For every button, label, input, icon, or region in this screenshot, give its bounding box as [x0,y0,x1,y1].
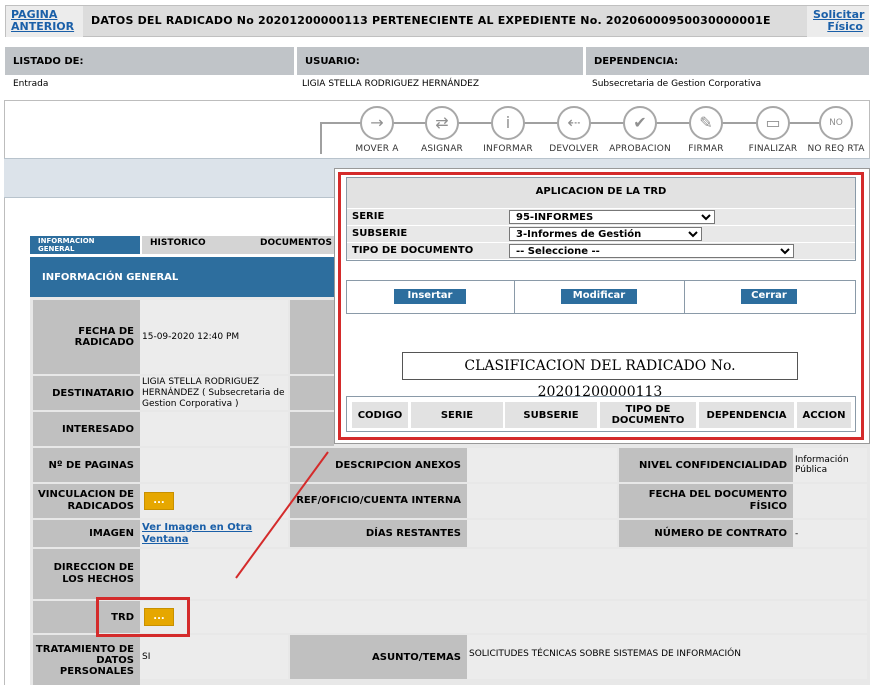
col-accion: ACCION [797,402,851,428]
tab-informacion-general[interactable]: INFORMACION GENERAL [30,236,140,254]
fecha-doc-label: FECHA DEL DOCUMENTO FÍSICO [619,484,793,518]
devolver-button[interactable]: ⇠ DEVOLVER [538,106,610,154]
serie-label: SERIE [352,211,385,222]
destinatario-value: LIGIA STELLA RODRIGUEZ HERNÁNDEZ ( Subse… [140,376,288,410]
asunto-value: SOLICITUDES TÉCNICAS SOBRE SISTEMAS DE I… [467,635,867,679]
info-bar: LISTADO DE: USUARIO: DEPENDENCIA: [5,47,869,75]
interesado-value [140,412,288,446]
usuario-label: USUARIO: [297,47,583,75]
insertar-button[interactable]: Insertar [394,289,466,304]
header-bar: PAGINA ANTERIOR DATOS DEL RADICADO No 20… [5,5,869,37]
return-icon: ⇠ [557,106,591,140]
sign-icon: ✎ [689,106,723,140]
page-title: DATOS DEL RADICADO No 20201200000113 PER… [91,14,771,27]
dependencia-label: DEPENDENCIA: [586,47,869,75]
asignar-button[interactable]: ⇄ ASIGNAR [406,106,478,154]
mover-a-button[interactable]: → MOVER A [341,106,413,154]
fecha-label: FECHA DE RADICADO [33,300,140,374]
ref-label: REF/OFICIO/CUENTA INTERNA [290,484,467,518]
col-dependencia: DEPENDENCIA [699,402,794,428]
contrato-value: - [793,520,867,547]
imagen-link[interactable]: Ver Imagen en Otra Ventana [142,522,288,546]
firmar-button[interactable]: ✎ FIRMAR [670,106,742,154]
fecha-doc-value [793,484,867,518]
fecha-value: 15-09-2020 12:40 PM [140,300,288,374]
fecha-side-label [290,300,334,374]
vinculacion-label: VINCULACION DE RADICADOS [33,484,140,518]
direccion-value [140,549,867,599]
col-serie: SERIE [411,402,503,428]
assign-icon: ⇄ [425,106,459,140]
col-tipo-documento: TIPO DE DOCUMENTO [600,402,696,428]
informar-button[interactable]: i INFORMAR [472,106,544,154]
dias-value [467,520,617,547]
interesado-side-label [290,412,334,446]
vinculacion-button[interactable]: ... [144,492,174,510]
arrow-right-icon: → [360,106,394,140]
col-subserie: SUBSERIE [505,402,597,428]
dias-label: DÍAS RESTANTES [290,520,467,547]
destinatario-label: DESTINATARIO [33,376,140,410]
asunto-label: ASUNTO/TEMAS [290,635,467,679]
tipo-label: TIPO DE DOCUMENTO [352,245,474,256]
info-icon: i [491,106,525,140]
solicitar-fisico-link[interactable]: Solicitar Físico [813,8,864,33]
modificar-button[interactable]: Modificar [561,289,637,304]
no-req-rta-button[interactable]: NO NO REQ RTA [800,106,872,154]
vinculacion-cell: ... [140,484,288,518]
tratamiento-label: TRATAMIENTO DE DATOS PERSONALES [33,635,140,685]
clasificacion-title: CLASIFICACION DEL RADICADO No. 202012000… [402,352,798,400]
descripcion-value [467,448,617,482]
trd-highlight-box [96,597,190,637]
popup-title: APLICACION DE LA TRD [347,178,855,208]
dependencia-value: Subsecretaria de Gestion Corporativa [592,79,762,89]
listado-value: Entrada [13,79,49,89]
subserie-select[interactable]: 3-Informes de Gestión [509,227,702,241]
contrato-label: NÚMERO DE CONTRATO [619,520,793,547]
direccion-label: DIRECCION DE LOS HECHOS [33,549,140,599]
listado-label: LISTADO DE: [5,47,294,75]
tab-historico[interactable]: HISTORICO [142,236,254,254]
finish-icon: ▭ [756,106,790,140]
serie-select[interactable]: 95-INFORMES [509,210,715,224]
col-codigo: CODIGO [352,402,408,428]
imagen-cell: Ver Imagen en Otra Ventana [140,520,288,547]
workflow-toolbar: → MOVER A ⇄ ASIGNAR i INFORMAR ⇠ DEVOLVER ✔ A… [320,106,870,156]
descripcion-label: DESCRIPCION ANEXOS [290,448,467,482]
aprobacion-button[interactable]: ✔ APROBACION [604,106,676,154]
prev-page-cell: PAGINA ANTERIOR [6,6,83,37]
ref-value [467,484,617,518]
tipo-select[interactable]: -- Seleccione -- [509,244,794,258]
btn-divider-1 [514,281,515,313]
finalizar-button[interactable]: ▭ FINALIZAR [737,106,809,154]
cerrar-button[interactable]: Cerrar [741,289,797,304]
tratamiento-value: SI [140,635,288,679]
workflow-line-start [320,122,322,154]
solicitar-cell: Solicitar Físico [807,6,869,37]
nivel-label: NIVEL CONFIDENCIALIDAD [619,448,793,482]
usuario-value: LIGIA STELLA RODRIGUEZ HERNÁNDEZ [302,79,480,89]
subserie-label: SUBSERIE [352,228,408,239]
trd-cell: ... [140,601,867,633]
nivel-value: Información Pública [793,448,867,482]
paginas-label: Nº DE PAGINAS [33,448,140,482]
interesado-label: INTERESADO [33,412,140,446]
no-icon: NO [819,106,853,140]
paginas-value [140,448,288,482]
imagen-label: IMAGEN [33,520,140,547]
checkmark-icon: ✔ [623,106,657,140]
destinatario-side-label [290,376,334,410]
btn-divider-2 [684,281,685,313]
prev-page-link[interactable]: PAGINA ANTERIOR [11,8,74,33]
